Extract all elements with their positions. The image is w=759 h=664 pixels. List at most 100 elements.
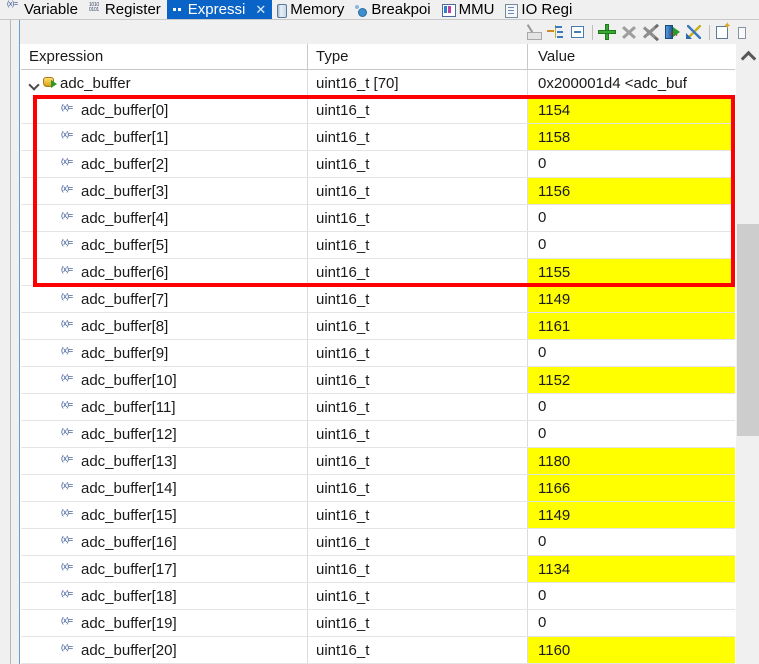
tab-label: IO Regi — [521, 1, 573, 18]
table-row[interactable]: adc_buffer[4] uint16_t 0 — [21, 205, 735, 232]
table-row[interactable]: adc_buffer[6] uint16_t 1155 — [21, 259, 735, 286]
table-row[interactable]: adc_buffer[3] uint16_t 1156 — [21, 178, 735, 205]
variable-icon — [61, 178, 81, 204]
cell-expression[interactable]: adc_buffer[18] — [21, 583, 308, 609]
cell-expression[interactable]: adc_buffer[14] — [21, 475, 308, 501]
toolbar-divider — [592, 24, 593, 40]
new-watchpoint-icon[interactable] — [713, 21, 735, 42]
refresh-arrows-icon[interactable] — [684, 22, 706, 42]
cell-value[interactable]: 1134 — [528, 556, 735, 582]
table-row[interactable]: adc_buffer[18] uint16_t 0 — [21, 583, 735, 610]
remove-x-icon[interactable] — [618, 22, 640, 42]
table-row[interactable]: adc_buffer[7] uint16_t 1149 — [21, 286, 735, 313]
variable-icon — [61, 286, 81, 312]
table-row[interactable]: adc_buffer[15] uint16_t 1149 — [21, 502, 735, 529]
table-row-root[interactable]: adc_buffer uint16_t [70] 0x200001d4 <adc… — [21, 70, 735, 97]
tab-registers[interactable]: Register — [84, 0, 167, 20]
cell-value[interactable]: 1180 — [528, 448, 735, 474]
cell-expression[interactable]: adc_buffer[1] — [21, 124, 308, 150]
table-row[interactable]: adc_buffer[11] uint16_t 0 — [21, 394, 735, 421]
cell-type: uint16_t — [308, 178, 528, 204]
table-row[interactable]: adc_buffer[14] uint16_t 1166 — [21, 475, 735, 502]
cell-expression[interactable]: adc_buffer[17] — [21, 556, 308, 582]
cell-expression[interactable]: adc_buffer[19] — [21, 610, 308, 636]
column-header-expression[interactable]: Expression — [21, 44, 308, 69]
cell-expression[interactable]: adc_buffer[10] — [21, 367, 308, 393]
view-menu-icon[interactable] — [735, 22, 757, 42]
type-label: uint16_t — [316, 344, 370, 362]
cell-expression[interactable]: adc_buffer[9] — [21, 340, 308, 366]
table-row[interactable]: adc_buffer[0] uint16_t 1154 — [21, 97, 735, 124]
cell-expression[interactable]: adc_buffer[6] — [21, 259, 308, 285]
cell-value[interactable]: 0 — [528, 421, 735, 447]
cell-expression[interactable]: adc_buffer[11] — [21, 394, 308, 420]
table-row[interactable]: adc_buffer[16] uint16_t 0 — [21, 529, 735, 556]
cell-expression[interactable]: adc_buffer[13] — [21, 448, 308, 474]
scrollbar-track[interactable] — [737, 66, 759, 224]
cell-value[interactable]: 1158 — [528, 124, 735, 150]
tab-variables[interactable]: Variable — [0, 0, 84, 20]
tab-mmu[interactable]: MMU — [437, 0, 501, 20]
cell-expression[interactable]: adc_buffer[12] — [21, 421, 308, 447]
cell-value[interactable]: 1149 — [528, 502, 735, 528]
table-row[interactable]: adc_buffer[10] uint16_t 1152 — [21, 367, 735, 394]
cell-value[interactable]: 0 — [528, 151, 735, 177]
close-icon[interactable]: ✕ — [255, 0, 266, 20]
tab-io-registers[interactable]: IO Regi — [500, 0, 578, 20]
cell-expression[interactable]: adc_buffer[3] — [21, 178, 308, 204]
table-row[interactable]: adc_buffer[1] uint16_t 1158 — [21, 124, 735, 151]
cell-value[interactable]: 1149 — [528, 286, 735, 312]
variable-icon — [61, 259, 81, 285]
cell-value[interactable]: 0 — [528, 394, 735, 420]
table-row[interactable]: adc_buffer[9] uint16_t 0 — [21, 340, 735, 367]
table-row[interactable]: adc_buffer[8] uint16_t 1161 — [21, 313, 735, 340]
green-plus-icon[interactable] — [596, 22, 618, 42]
cell-value[interactable]: 1166 — [528, 475, 735, 501]
cell-type: uint16_t — [308, 313, 528, 339]
collapse-all-icon[interactable] — [567, 22, 589, 42]
cell-expression[interactable]: adc_buffer[5] — [21, 232, 308, 258]
table-row[interactable]: adc_buffer[13] uint16_t 1180 — [21, 448, 735, 475]
table-row[interactable]: adc_buffer[17] uint16_t 1134 — [21, 556, 735, 583]
cell-value[interactable]: 1156 — [528, 178, 735, 204]
remove-all-x-icon[interactable] — [640, 22, 662, 42]
table-row[interactable]: adc_buffer[2] uint16_t 0 — [21, 151, 735, 178]
force-evaluate-icon[interactable] — [523, 22, 545, 42]
cell-value[interactable]: 1155 — [528, 259, 735, 285]
cell-value[interactable]: 1152 — [528, 367, 735, 393]
cell-expression[interactable]: adc_buffer[15] — [21, 502, 308, 528]
cell-value[interactable]: 0x200001d4 <adc_buf — [528, 70, 735, 97]
scroll-up-arrow-icon[interactable] — [736, 44, 759, 66]
scrollbar-thumb[interactable] — [737, 224, 759, 436]
column-header-value[interactable]: Value — [528, 44, 735, 69]
table-row[interactable]: adc_buffer[12] uint16_t 0 — [21, 421, 735, 448]
vertical-scrollbar[interactable] — [735, 44, 759, 664]
cell-value[interactable]: 1161 — [528, 313, 735, 339]
cell-value[interactable]: 0 — [528, 232, 735, 258]
cell-expression[interactable]: adc_buffer[7] — [21, 286, 308, 312]
tab-memory[interactable]: Memory — [272, 0, 350, 20]
cell-expression[interactable]: adc_buffer — [21, 70, 308, 97]
column-header-type[interactable]: Type — [308, 44, 528, 69]
cell-expression[interactable]: adc_buffer[4] — [21, 205, 308, 231]
cell-value[interactable]: 1160 — [528, 637, 735, 663]
cell-expression[interactable]: adc_buffer[2] — [21, 151, 308, 177]
cell-expression[interactable]: adc_buffer[8] — [21, 313, 308, 339]
cell-value[interactable]: 0 — [528, 529, 735, 555]
realtime-rt-icon[interactable]: RT — [662, 22, 684, 42]
cell-value[interactable]: 1154 — [528, 97, 735, 123]
table-row[interactable]: adc_buffer[20] uint16_t 1160 — [21, 637, 735, 664]
cell-value[interactable]: 0 — [528, 610, 735, 636]
cell-expression[interactable]: adc_buffer[20] — [21, 637, 308, 663]
expand-all-icon[interactable] — [545, 22, 567, 42]
cell-value[interactable]: 0 — [528, 340, 735, 366]
cell-expression[interactable]: adc_buffer[0] — [21, 97, 308, 123]
cell-expression[interactable]: adc_buffer[16] — [21, 529, 308, 555]
chevron-down-icon[interactable] — [27, 70, 43, 97]
cell-value[interactable]: 0 — [528, 205, 735, 231]
tab-expressions[interactable]: Expressi ✕ — [166, 0, 273, 20]
tab-breakpoints[interactable]: Breakpoi — [350, 0, 436, 20]
table-row[interactable]: adc_buffer[19] uint16_t 0 — [21, 610, 735, 637]
table-row[interactable]: adc_buffer[5] uint16_t 0 — [21, 232, 735, 259]
cell-value[interactable]: 0 — [528, 583, 735, 609]
